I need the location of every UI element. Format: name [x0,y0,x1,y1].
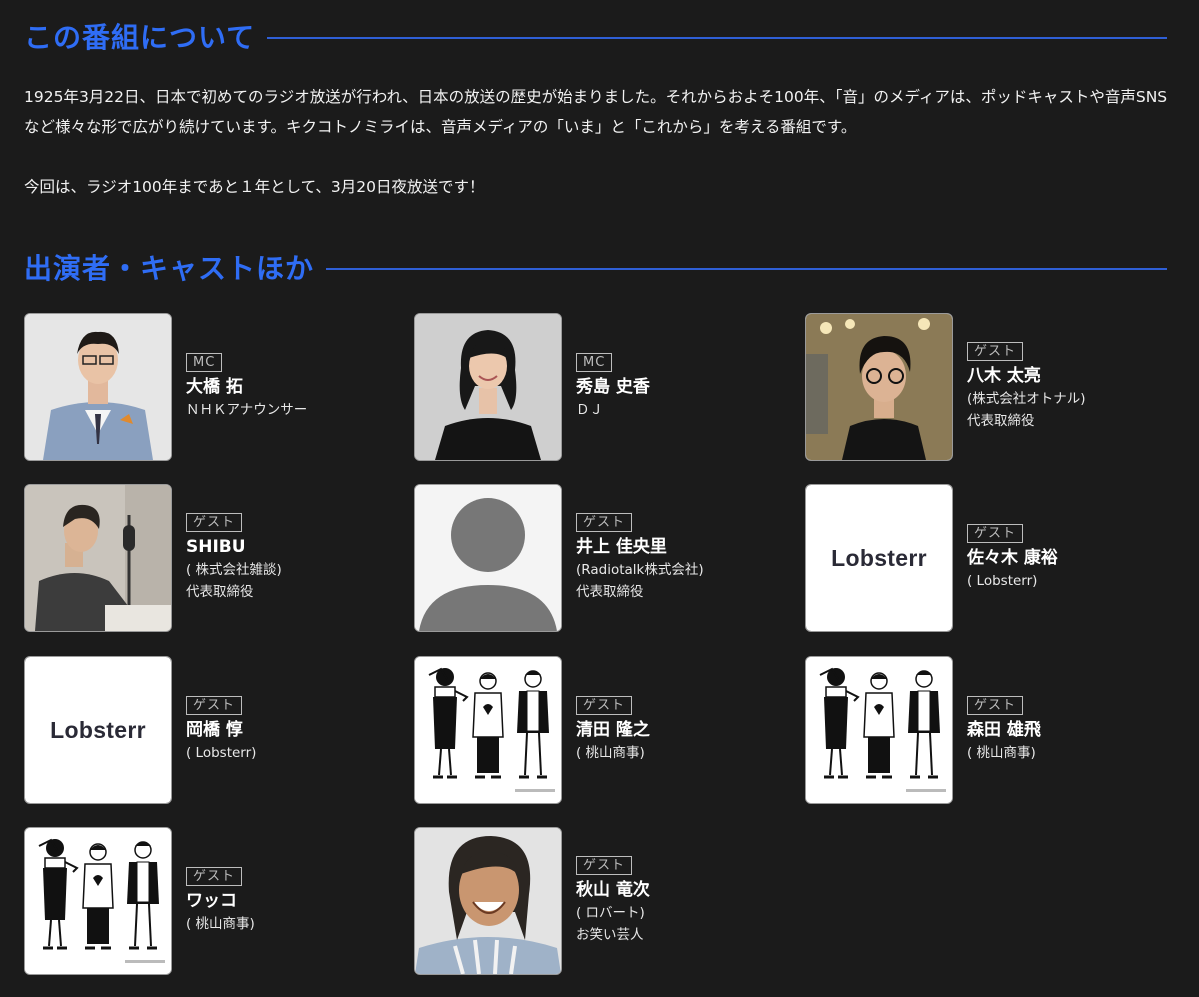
cast-affiliation: ＤＪ [576,402,603,418]
cast-card[interactable]: ゲスト 井上 佳央里 (Radiotalk株式会社) 代表取締役 [414,484,784,632]
cast-affiliation: ( ロバート) [576,905,645,921]
cast-name: 八木 太亮 [967,366,1041,386]
cast-card[interactable]: MC 大橋 拓 ＮＨＫアナウンサー [24,313,394,461]
cast-info: MC 秀島 史香 ＤＪ [576,313,650,461]
role-badge: ゲスト [186,513,243,532]
role-badge: MC [186,353,223,372]
cast-card[interactable]: MC 秀島 史香 ＤＪ [414,313,784,461]
cast-card[interactable]: Lobsterr ゲスト 佐々木 康裕 ( Lobsterr) [805,484,1175,632]
cast-info: ゲスト 岡橋 惇 ( Lobsterr) [186,656,256,804]
cast-info: ゲスト 秋山 竜次 ( ロバート) お笑い芸人 [576,827,650,975]
cast-info: ゲスト 八木 太亮 (株式会社オトナル) 代表取締役 [967,313,1086,461]
role-badge: ゲスト [967,696,1024,715]
heading-divider [267,37,1167,39]
cast-affiliation: ( 株式会社雑談) [186,562,282,578]
cast-card[interactable]: ゲスト SHIBU ( 株式会社雑談) 代表取締役 [24,484,394,632]
cast-name: 岡橋 惇 [186,720,243,740]
woman-smiling-photo [414,313,562,461]
trio-illustration [24,827,172,975]
cast-title-line: 代表取締役 [967,413,1035,429]
lobsterr-logo: Lobsterr [24,656,172,804]
role-badge: MC [576,353,613,372]
cast-name: SHIBU [186,537,246,557]
cast-affiliation: ( 桃山商事) [186,916,255,932]
about-section-heading: この番組について [24,24,1167,52]
cast-card[interactable]: ゲスト ワッコ ( 桃山商事) [24,827,394,975]
cast-name: 清田 隆之 [576,720,650,740]
cast-section-heading: 出演者・キャストほか [24,255,1167,283]
about-paragraph-1: 1925年3月22日、日本で初めてのラジオ放送が行われ、日本の放送の歴史が始まり… [24,88,1168,136]
cast-name: 大橋 拓 [186,377,243,397]
cast-info: ゲスト SHIBU ( 株式会社雑談) 代表取締役 [186,484,282,632]
cast-name: 秀島 史香 [576,377,650,397]
role-badge: ゲスト [967,342,1024,361]
cast-info: MC 大橋 拓 ＮＨＫアナウンサー [186,313,307,461]
cast-affiliation: ( Lobsterr) [186,745,257,761]
cast-name: 井上 佳央里 [576,537,667,557]
heading-divider [326,268,1167,270]
cast-affiliation: (Radiotalk株式会社) [576,562,704,578]
lobsterr-logo: Lobsterr [805,484,953,632]
cast-name: 佐々木 康裕 [967,548,1058,568]
cast-title-line: お笑い芸人 [576,927,644,943]
cast-info: ゲスト ワッコ ( 桃山商事) [186,827,255,975]
cast-card[interactable]: Lobsterr ゲスト 岡橋 惇 ( Lobsterr) [24,656,394,804]
cast-title: 出演者・キャストほか [24,252,315,285]
role-badge: ゲスト [576,696,633,715]
cast-title-line: 代表取締役 [186,584,254,600]
cast-card[interactable]: ゲスト 清田 隆之 ( 桃山商事) [414,656,784,804]
man-with-glasses-photo [805,313,953,461]
cast-affiliation: ＮＨＫアナウンサー [186,402,308,418]
role-badge: ゲスト [186,867,243,886]
person-placeholder-icon [414,484,562,632]
cast-affiliation: ( 桃山商事) [576,745,645,761]
cast-affiliation: ( Lobsterr) [967,573,1038,589]
trio-illustration [414,656,562,804]
role-badge: ゲスト [967,524,1024,543]
cast-title-line: 代表取締役 [576,584,644,600]
cast-name: ワッコ [186,891,237,911]
man-in-suit-photo [24,313,172,461]
role-badge: ゲスト [576,856,633,875]
long-hair-man-photo [414,827,562,975]
cast-name: 秋山 竜次 [576,880,650,900]
cast-info: ゲスト 佐々木 康裕 ( Lobsterr) [967,484,1058,632]
trio-illustration [805,656,953,804]
cast-card[interactable]: ゲスト 森田 雄飛 ( 桃山商事) [805,656,1175,804]
cast-affiliation: ( 桃山商事) [967,745,1036,761]
cast-affiliation: (株式会社オトナル) [967,391,1086,407]
about-paragraph-2: 今回は、ラジオ100年まであと１年として、3月20日夜放送です！ [24,178,485,196]
role-badge: ゲスト [186,696,243,715]
cast-info: ゲスト 井上 佳央里 (Radiotalk株式会社) 代表取締役 [576,484,704,632]
cast-card[interactable]: ゲスト 八木 太亮 (株式会社オトナル) 代表取締役 [805,313,1175,461]
about-description: 1925年3月22日、日本で初めてのラジオ放送が行われ、日本の放送の歴史が始まり… [24,82,1174,202]
about-title: この番組について [24,21,256,54]
role-badge: ゲスト [576,513,633,532]
cast-card[interactable]: ゲスト 秋山 竜次 ( ロバート) お笑い芸人 [414,827,784,975]
cast-info: ゲスト 森田 雄飛 ( 桃山商事) [967,656,1041,804]
cast-info: ゲスト 清田 隆之 ( 桃山商事) [576,656,650,804]
man-at-microphone-photo [24,484,172,632]
cast-name: 森田 雄飛 [967,720,1041,740]
